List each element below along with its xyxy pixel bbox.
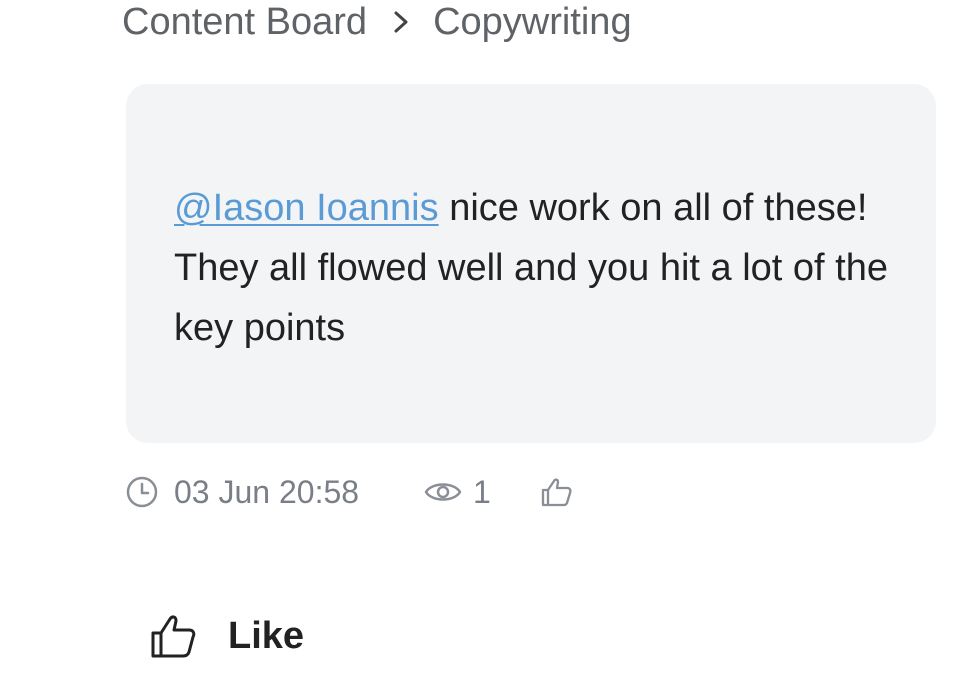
chevron-right-icon [391,8,411,36]
thumbs-up-icon [148,610,200,662]
view-count: 1 [473,473,491,510]
timestamp: 03 Jun 20:58 [174,473,360,510]
eye-icon [423,474,463,510]
clock-icon [124,474,160,510]
like-label: Like [228,614,305,657]
user-mention-link[interactable]: @Iason Ioannis [174,187,439,229]
thumbs-up-icon[interactable] [539,474,575,510]
like-button[interactable]: Like [148,606,304,666]
breadcrumb: Content Board Copywriting [122,0,632,44]
comment-text: @Iason Ioannis nice work on all of these… [174,178,904,358]
comment-meta: 03 Jun 20:58 1 [124,470,575,514]
breadcrumb-item-copywriting[interactable]: Copywriting [433,1,632,44]
breadcrumb-item-content-board[interactable]: Content Board [122,1,367,44]
comment-card: @Iason Ioannis nice work on all of these… [126,84,936,443]
